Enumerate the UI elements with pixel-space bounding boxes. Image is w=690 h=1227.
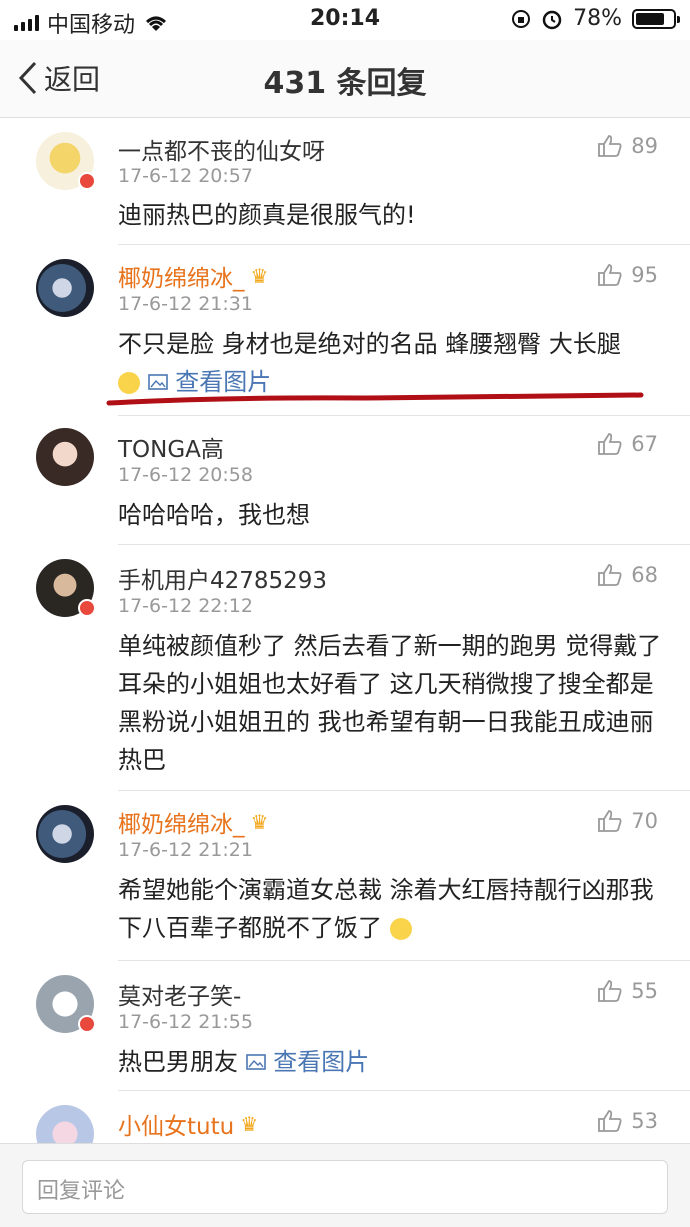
timestamp: 17-6-12 20:58 [118,464,253,486]
nav-bar: 返回 431 条回复 [0,40,690,118]
page-title: 431 条回复 [263,66,427,101]
username[interactable]: 莫对老子笑- [118,977,241,1011]
comment-item: 小仙女tutu ♛ 53 [0,1091,690,1143]
timestamp: 17-6-12 20:57 [118,165,253,187]
verified-badge-icon [78,599,96,617]
thumbs-up-icon [598,433,622,455]
username[interactable]: 椰奶绵绵冰_ ♛ [118,259,268,293]
like-button[interactable]: 95 [597,263,658,287]
comment-item: 手机用户42785293 17-6-12 22:12 单纯被颜值秒了 然后去看了… [0,545,690,789]
comment-item: 椰奶绵绵冰_ ♛ 17-6-12 21:31 不只是脸 身材也是绝对的名品 蜂腰翘… [0,245,690,413]
view-image-link[interactable]: 查看图片 [245,1048,370,1076]
comment-item: TONGA高 17-6-12 20:58 哈哈哈哈，我也想 67 [0,416,690,542]
comment-text-span: 希望她能个演霸道女总裁 涂着大红唇持靓行凶那我下八百辈子都脱不了饭了 [118,876,654,942]
comment-text: 单纯被颜值秒了 然后去看了新一期的跑男 觉得戴了耳朵的小姐姐也太好看了 这几天稍… [118,632,662,774]
avatar[interactable] [36,428,94,486]
comment-text: 热巴男朋友 查看图片 [118,1043,663,1081]
red-underline-mark [106,392,644,406]
reply-input[interactable]: 回复评论 [22,1160,668,1214]
image-icon [245,1054,266,1070]
like-count: 53 [631,1109,658,1133]
like-button[interactable]: 53 [597,1109,658,1133]
rotation-lock-icon [512,9,531,28]
like-button[interactable]: 67 [597,432,658,456]
username[interactable]: 小仙女tutu ♛ [118,1107,258,1141]
timestamp: 17-6-12 22:12 [118,595,253,617]
timestamp: 17-6-12 21:55 [118,1011,253,1033]
avatar[interactable] [36,805,94,863]
comment-text-span: 热巴男朋友 [118,1048,238,1076]
thumbs-up-icon [598,564,622,586]
battery-fill [636,12,665,25]
status-right: 78% [511,6,680,31]
like-count: 68 [631,563,658,587]
timestamp: 17-6-12 21:21 [118,839,253,861]
like-count: 70 [631,809,658,833]
alarm-icon [542,10,562,29]
image-icon [147,374,168,390]
battery-icon [632,8,680,29]
comment-list[interactable]: 一点都不丧的仙女呀 17-6-12 20:57 迪丽热巴的颜真是很服气的! 89… [0,118,690,1143]
like-button[interactable]: 68 [597,563,658,587]
battery-percent: 78% [573,6,622,31]
username[interactable]: 一点都不丧的仙女呀 [118,132,325,166]
thumbs-up-icon [598,1110,622,1132]
comment-item: 莫对老子笑- 17-6-12 21:55 热巴男朋友 查看图片 55 [0,961,690,1089]
comment-text-span: 不只是脸 身材也是绝对的名品 蜂腰翘臀 大长腿 [118,330,621,358]
comment-item: 一点都不丧的仙女呀 17-6-12 20:57 迪丽热巴的颜真是很服气的! 89 [0,118,690,244]
like-button[interactable]: 70 [597,809,658,833]
comment-item: 椰奶绵绵冰_ ♛ 17-6-12 21:21 希望她能个演霸道女总裁 涂着大红唇持… [0,791,690,959]
crown-icon: ♛ [250,264,269,288]
reply-bar: 回复评论 [0,1143,690,1227]
comment-text: 哈哈哈哈，我也想 [118,501,310,529]
link-label: 查看图片 [273,1048,370,1076]
verified-badge-icon [78,1015,96,1033]
username[interactable]: 椰奶绵绵冰_ ♛ [118,805,268,839]
comment-text: 迪丽热巴的颜真是很服气的! [118,201,416,229]
username[interactable]: 手机用户42785293 [118,561,327,595]
verified-badge-icon [78,172,96,190]
like-count: 67 [631,432,658,456]
avatar[interactable] [36,259,94,317]
status-bar: 中国移动 20:14 78% [0,0,690,40]
crown-icon: ♛ [250,810,269,834]
like-count: 55 [631,979,658,1003]
avatar[interactable] [36,1105,94,1143]
thumbs-up-icon [598,980,622,1002]
username[interactable]: TONGA高 [118,430,224,464]
crown-icon: ♛ [240,1112,259,1136]
like-button[interactable]: 55 [597,979,658,1003]
thumbs-up-icon [598,135,622,157]
thumbs-up-icon [598,810,622,832]
like-count: 95 [631,263,658,287]
like-count: 89 [631,134,658,158]
timestamp: 17-6-12 21:31 [118,293,253,315]
emoji-icon [389,918,412,940]
like-button[interactable]: 89 [597,134,658,158]
comment-text: 希望她能个演霸道女总裁 涂着大红唇持靓行凶那我下八百辈子都脱不了饭了 [118,871,663,947]
thumbs-up-icon [598,264,622,286]
